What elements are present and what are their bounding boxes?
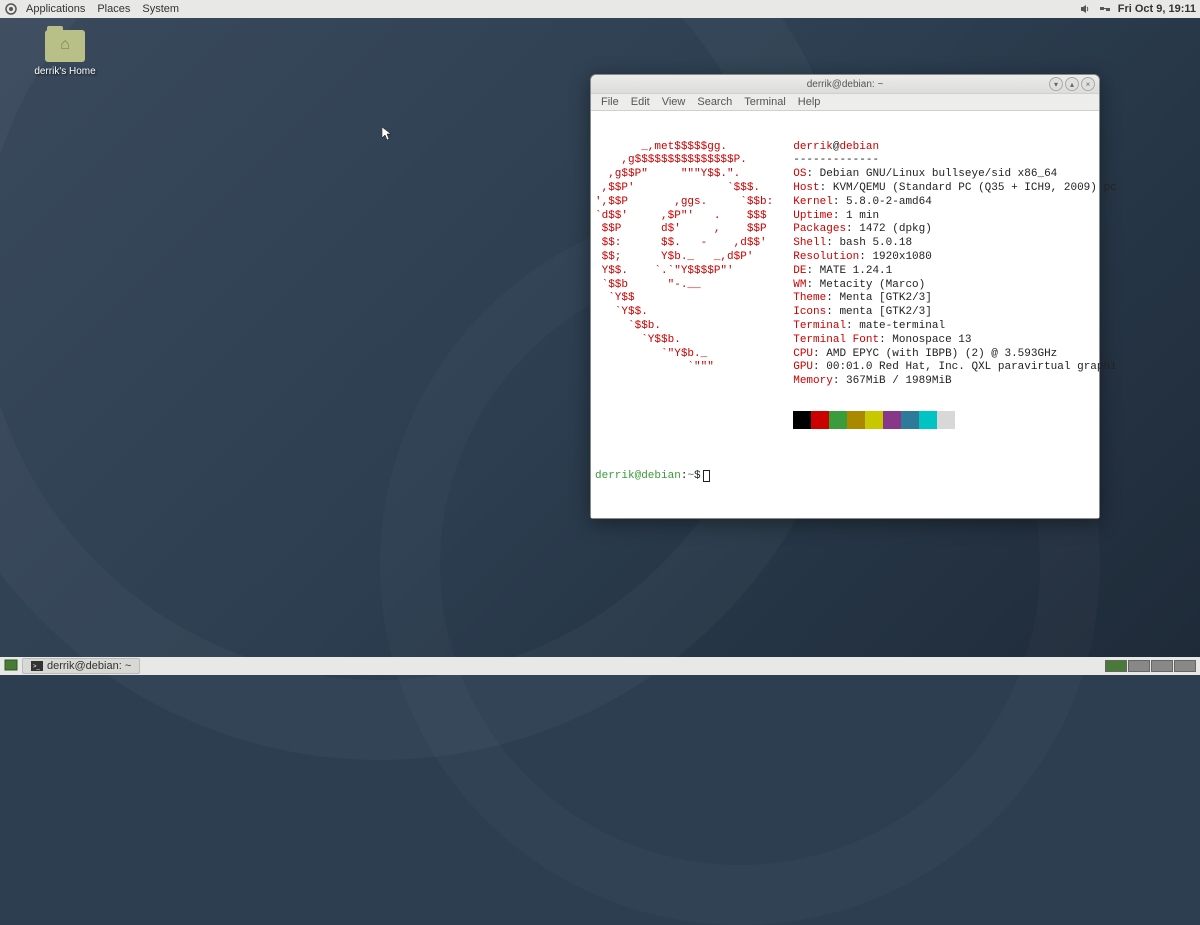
ascii-logo: _,met$$$$$gg. ,g$$$$$$$$$$$$$$$P. ,g$$P"… bbox=[595, 141, 773, 429]
home-folder-icon[interactable]: derrik's Home bbox=[30, 30, 100, 77]
neofetch-info: derrik@debian ------------- OS: Debian G… bbox=[793, 141, 1116, 429]
workspace-switcher[interactable] bbox=[1105, 660, 1196, 672]
show-desktop-button[interactable] bbox=[4, 659, 18, 673]
menu-places[interactable]: Places bbox=[91, 3, 136, 15]
text-cursor-icon bbox=[703, 470, 710, 482]
terminal-output[interactable]: _,met$$$$$gg. ,g$$$$$$$$$$$$$$$P. ,g$$P"… bbox=[591, 111, 1099, 518]
terminal-icon: >_ bbox=[31, 661, 43, 671]
close-button[interactable]: × bbox=[1081, 77, 1095, 91]
home-folder-label: derrik's Home bbox=[30, 66, 100, 77]
maximize-button[interactable]: ▴ bbox=[1065, 77, 1079, 91]
taskbar-label: derrik@debian: ~ bbox=[47, 660, 131, 672]
clock[interactable]: Fri Oct 9, 19:11 bbox=[1118, 3, 1196, 15]
terminal-menubar: File Edit View Search Terminal Help bbox=[591, 93, 1099, 111]
menu-system[interactable]: System bbox=[136, 3, 185, 15]
window-titlebar[interactable]: derrik@debian: ~ ▾ ▴ × bbox=[591, 75, 1099, 93]
volume-icon[interactable] bbox=[1078, 2, 1092, 16]
menu-applications[interactable]: Applications bbox=[20, 3, 91, 15]
menu-view[interactable]: View bbox=[656, 96, 692, 108]
minimize-button[interactable]: ▾ bbox=[1049, 77, 1063, 91]
workspace-1[interactable] bbox=[1105, 660, 1127, 672]
menu-help[interactable]: Help bbox=[792, 96, 827, 108]
color-palette bbox=[793, 411, 1116, 429]
workspace-3[interactable] bbox=[1151, 660, 1173, 672]
terminal-window: derrik@debian: ~ ▾ ▴ × File Edit View Se… bbox=[590, 74, 1100, 519]
shell-prompt: derrik@debian:~$ bbox=[595, 470, 1095, 484]
menu-search[interactable]: Search bbox=[691, 96, 738, 108]
folder-icon bbox=[45, 30, 85, 62]
network-icon[interactable] bbox=[1098, 2, 1112, 16]
top-panel: Applications Places System Fri Oct 9, 19… bbox=[0, 0, 1200, 18]
workspace-2[interactable] bbox=[1128, 660, 1150, 672]
window-title: derrik@debian: ~ bbox=[807, 79, 884, 90]
menu-terminal[interactable]: Terminal bbox=[738, 96, 792, 108]
taskbar-item-terminal[interactable]: >_ derrik@debian: ~ bbox=[22, 658, 140, 674]
svg-text:>_: >_ bbox=[33, 664, 41, 670]
bottom-panel: >_ derrik@debian: ~ bbox=[0, 657, 1200, 675]
menu-file[interactable]: File bbox=[595, 96, 625, 108]
menu-edit[interactable]: Edit bbox=[625, 96, 656, 108]
workspace-4[interactable] bbox=[1174, 660, 1196, 672]
mate-logo-icon[interactable] bbox=[4, 2, 18, 16]
